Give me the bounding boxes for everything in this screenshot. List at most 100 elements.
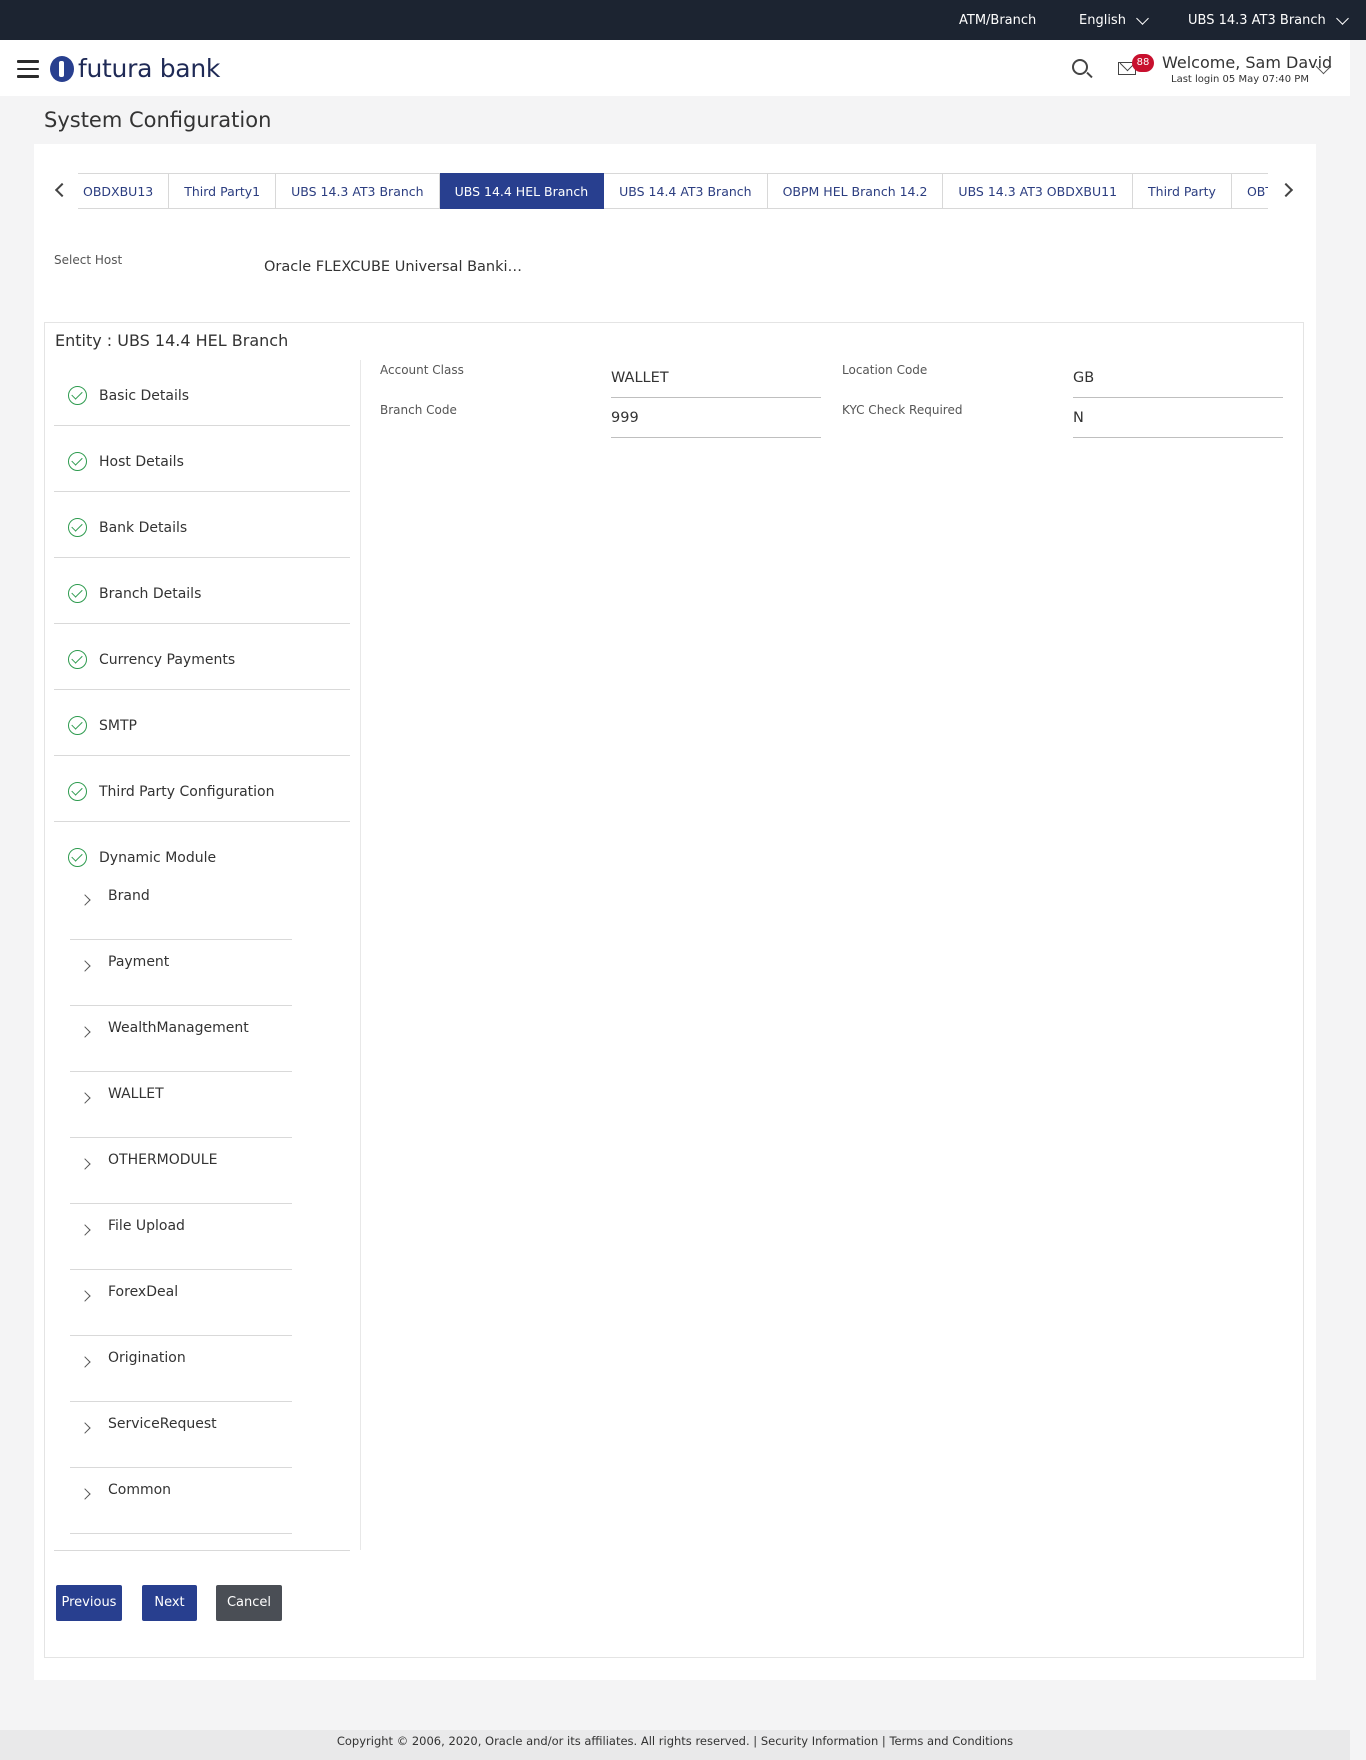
tab-third-party[interactable]: Third Party <box>1133 173 1232 209</box>
entity-tabs: OBDXBU13 Third Party1 UBS 14.3 AT3 Branc… <box>78 173 1268 209</box>
module-label: File Upload <box>108 1218 185 1234</box>
last-login-text: Last login 05 May 07:40 PM <box>1171 74 1309 85</box>
tab-ubs-14-3-at3-branch[interactable]: UBS 14.3 AT3 Branch <box>276 173 440 209</box>
module-item-servicerequest[interactable]: ServiceRequest <box>70 1402 292 1468</box>
module-item-wallet[interactable]: WALLET <box>70 1072 292 1138</box>
tab-third-party1[interactable]: Third Party1 <box>169 173 277 209</box>
module-label: Common <box>108 1482 172 1498</box>
notification-badge[interactable]: 88 <box>1132 54 1154 72</box>
module-label: Brand <box>108 888 150 904</box>
step-label: Third Party Configuration <box>99 784 275 800</box>
module-label: OTHERMODULE <box>108 1152 218 1168</box>
welcome-text[interactable]: Welcome, Sam David <box>1162 53 1332 72</box>
chevron-right-icon <box>79 1026 91 1038</box>
step-label: Bank Details <box>99 520 188 536</box>
step-label: Currency Payments <box>99 652 236 668</box>
check-circle-icon <box>68 584 87 603</box>
entity-label: UBS 14.3 AT3 Branch <box>1188 13 1326 28</box>
module-label: WALLET <box>108 1086 164 1102</box>
language-select[interactable]: English <box>1079 11 1149 28</box>
top-bar: ATM/Branch English UBS 14.3 AT3 Branch <box>0 0 1366 40</box>
tab-obpm-hel-branch-14-2[interactable]: OBPM HEL Branch 14.2 <box>767 173 944 209</box>
next-button[interactable]: Next <box>142 1585 197 1621</box>
chevron-right-icon <box>79 1356 91 1368</box>
tab-ubs-14-3-at3-obdxbu11[interactable]: UBS 14.3 AT3 OBDXBU11 <box>943 173 1134 209</box>
step-label: Host Details <box>99 454 184 470</box>
account-class-value: WALLET <box>611 368 821 398</box>
chevron-right-icon <box>79 1290 91 1302</box>
select-host-value: Oracle FLEXCUBE Universal Banking 14.4 <box>264 259 529 275</box>
entity-select[interactable]: UBS 14.3 AT3 Branch <box>1188 11 1349 28</box>
step-host-details[interactable]: Host Details <box>54 426 350 492</box>
chevron-right-icon <box>79 1158 91 1170</box>
chevron-down-icon <box>1136 11 1149 25</box>
module-item-wealthmanagement[interactable]: WealthManagement <box>70 1006 292 1072</box>
check-circle-icon <box>68 716 87 735</box>
chevron-right-icon <box>79 1422 91 1434</box>
step-bank-details[interactable]: Bank Details <box>54 492 350 558</box>
bank-logo[interactable]: futura bank <box>50 54 220 83</box>
module-item-common[interactable]: Common <box>70 1468 292 1534</box>
module-label: ForexDeal <box>108 1284 179 1300</box>
search-icon[interactable] <box>1072 59 1088 75</box>
module-item-forexdeal[interactable]: ForexDeal <box>70 1270 292 1336</box>
check-circle-icon <box>68 518 87 537</box>
tab-obdxbu13[interactable]: OBDXBU13 <box>78 173 170 209</box>
language-label: English <box>1079 13 1126 28</box>
module-label: WealthManagement <box>108 1020 249 1036</box>
step-basic-details[interactable]: Basic Details <box>54 360 350 426</box>
terms-and-conditions-link[interactable]: Terms and Conditions <box>889 1734 1013 1748</box>
chevron-right-icon <box>79 1092 91 1104</box>
step-third-party-configuration[interactable]: Third Party Configuration <box>54 756 350 822</box>
chevron-right-icon <box>79 894 91 906</box>
chevron-right-icon <box>79 1224 91 1236</box>
step-label: Dynamic Module <box>99 850 217 866</box>
module-label: ServiceRequest <box>108 1416 217 1432</box>
module-item-payment[interactable]: Payment <box>70 940 292 1006</box>
entity-title: Entity : UBS 14.4 HEL Branch <box>55 331 289 350</box>
sidebar-bottom-divider <box>54 1550 350 1551</box>
logo-mark-icon <box>50 55 74 82</box>
chevron-down-icon <box>1335 11 1349 25</box>
check-circle-icon <box>68 452 87 471</box>
copyright-text: Copyright © 2006, 2020, Oracle and/or it… <box>336 1734 750 1748</box>
select-host-label: Select Host <box>54 253 123 267</box>
cancel-button[interactable]: Cancel <box>216 1585 282 1621</box>
module-label: Payment <box>108 954 170 970</box>
previous-button[interactable]: Previous <box>56 1585 122 1621</box>
account-class-label: Account Class <box>380 363 464 377</box>
module-label: Origination <box>108 1350 186 1366</box>
step-label: Basic Details <box>99 388 190 404</box>
logo-text: futura bank <box>78 54 221 83</box>
hamburger-menu-icon[interactable] <box>17 60 39 78</box>
check-circle-icon <box>68 848 87 867</box>
location-code-value: GB <box>1073 368 1283 398</box>
module-item-brand[interactable]: Brand <box>70 874 292 940</box>
branch-code-value: 999 <box>611 408 821 438</box>
check-circle-icon <box>68 386 87 405</box>
atm-branch-link[interactable]: ATM/Branch <box>959 13 1036 28</box>
page-title: System Configuration <box>44 108 272 132</box>
chevron-right-icon <box>79 960 91 972</box>
module-item-origination[interactable]: Origination <box>70 1336 292 1402</box>
step-label: SMTP <box>99 718 137 734</box>
module-item-file-upload[interactable]: File Upload <box>70 1204 292 1270</box>
security-information-link[interactable]: Security Information <box>761 1734 878 1748</box>
step-currency-payments[interactable]: Currency Payments <box>54 624 350 690</box>
kyc-check-value: N <box>1073 408 1283 438</box>
location-code-label: Location Code <box>842 363 928 377</box>
tab-obtfpm-14-3[interactable]: OBTFPM 14.3 <box>1231 173 1268 209</box>
check-circle-icon <box>68 782 87 801</box>
page-footer: Copyright © 2006, 2020, Oracle and/or it… <box>0 1730 1350 1760</box>
branch-code-label: Branch Code <box>380 403 457 417</box>
tab-ubs-14-4-at3-branch[interactable]: UBS 14.4 AT3 Branch <box>604 173 768 209</box>
check-circle-icon <box>68 650 87 669</box>
atm-branch-label: ATM/Branch <box>959 13 1037 28</box>
kyc-check-label: KYC Check Required <box>842 403 963 417</box>
step-branch-details[interactable]: Branch Details <box>54 558 350 624</box>
tab-ubs-14-4-hel-branch[interactable]: UBS 14.4 HEL Branch <box>439 173 605 209</box>
step-smtp[interactable]: SMTP <box>54 690 350 756</box>
step-label: Branch Details <box>99 586 202 602</box>
chevron-right-icon <box>79 1488 91 1500</box>
module-item-othermodule[interactable]: OTHERMODULE <box>70 1138 292 1204</box>
